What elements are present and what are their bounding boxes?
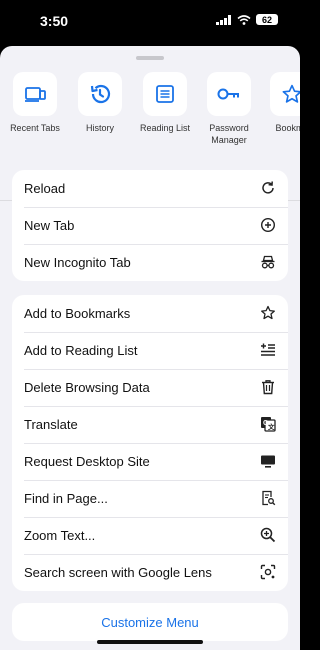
incognito-icon <box>260 254 276 270</box>
status-bar: 3:50 62 <box>0 0 300 44</box>
menu-item-new-incognito-tab[interactable]: New Incognito Tab <box>12 244 288 281</box>
menu-item-label: Zoom Text... <box>24 528 96 543</box>
tab-actions-group: Reload New Tab New Incognito Tab <box>12 170 288 281</box>
history-icon <box>78 72 122 116</box>
menu-item-zoom-text[interactable]: Zoom Text... <box>12 517 288 554</box>
menu-item-label: Request Desktop Site <box>24 454 150 469</box>
key-icon <box>207 72 251 116</box>
menu-item-label: Add to Reading List <box>24 343 138 358</box>
reload-icon <box>260 180 276 196</box>
menu-item-label: Add to Bookmarks <box>24 306 131 321</box>
battery-icon: 62 <box>256 14 278 25</box>
carousel-item-history[interactable]: History <box>65 72 135 134</box>
cellular-signal-icon <box>216 14 232 25</box>
home-indicator[interactable] <box>97 640 203 644</box>
menu-item-new-tab[interactable]: New Tab <box>12 207 288 244</box>
svg-text:文: 文 <box>267 422 275 431</box>
menu-item-label: Reload <box>24 181 66 196</box>
reading-list-icon <box>143 72 187 116</box>
translate-icon: G文 <box>260 416 276 432</box>
menu-item-translate[interactable]: Translate G文 <box>12 406 288 443</box>
plus-circle-icon <box>260 217 276 233</box>
menu-sheet: Recent Tabs History Reading List Passwor… <box>0 46 300 650</box>
star-outline-icon <box>260 305 276 321</box>
menu-item-request-desktop-site[interactable]: Request Desktop Site <box>12 443 288 480</box>
desktop-icon <box>260 453 276 469</box>
sheet-grabber[interactable] <box>136 56 164 60</box>
menu-item-label: New Incognito Tab <box>24 255 131 270</box>
menu-item-reload[interactable]: Reload <box>12 170 288 207</box>
lens-icon <box>260 564 276 580</box>
carousel-label: Reading List <box>139 123 191 133</box>
find-in-page-icon <box>260 490 276 506</box>
menu-item-label: Search screen with Google Lens <box>24 565 212 580</box>
zoom-icon <box>260 527 276 543</box>
recent-tabs-icon <box>13 72 57 116</box>
menu-item-add-to-bookmarks[interactable]: Add to Bookmarks <box>12 295 288 332</box>
menu-item-label: New Tab <box>24 218 75 233</box>
menu-item-label: Find in Page... <box>24 491 108 506</box>
menu-item-add-to-reading-list[interactable]: Add to Reading List <box>12 332 288 369</box>
menu-item-google-lens[interactable]: Search screen with Google Lens <box>12 554 288 591</box>
carousel-item-password-manager[interactable]: Password Manager <box>194 72 264 146</box>
reading-list-add-icon <box>260 342 276 358</box>
destinations-carousel[interactable]: Recent Tabs History Reading List Passwor… <box>0 72 300 152</box>
menu-item-label: Translate <box>24 417 78 432</box>
menu-item-label: Delete Browsing Data <box>24 380 150 395</box>
page-actions-group: Add to Bookmarks Add to Reading List Del… <box>12 295 288 591</box>
carousel-label: History <box>85 123 114 133</box>
customize-menu-button[interactable]: Customize Menu <box>12 603 288 641</box>
carousel-label: Bookma <box>275 123 300 133</box>
carousel-item-recent-tabs[interactable]: Recent Tabs <box>0 72 70 134</box>
status-icons: 62 <box>216 14 278 25</box>
status-time: 3:50 <box>40 13 69 29</box>
trash-icon <box>260 379 276 395</box>
wifi-icon <box>237 14 251 25</box>
menu-item-delete-browsing-data[interactable]: Delete Browsing Data <box>12 369 288 406</box>
star-icon <box>270 72 300 116</box>
carousel-item-bookmarks[interactable]: Bookma <box>257 72 300 134</box>
menu-item-find-in-page[interactable]: Find in Page... <box>12 480 288 517</box>
carousel-label: Recent Tabs <box>10 123 60 133</box>
carousel-item-reading-list[interactable]: Reading List <box>130 72 200 134</box>
carousel-label: Password Manager <box>209 123 249 145</box>
